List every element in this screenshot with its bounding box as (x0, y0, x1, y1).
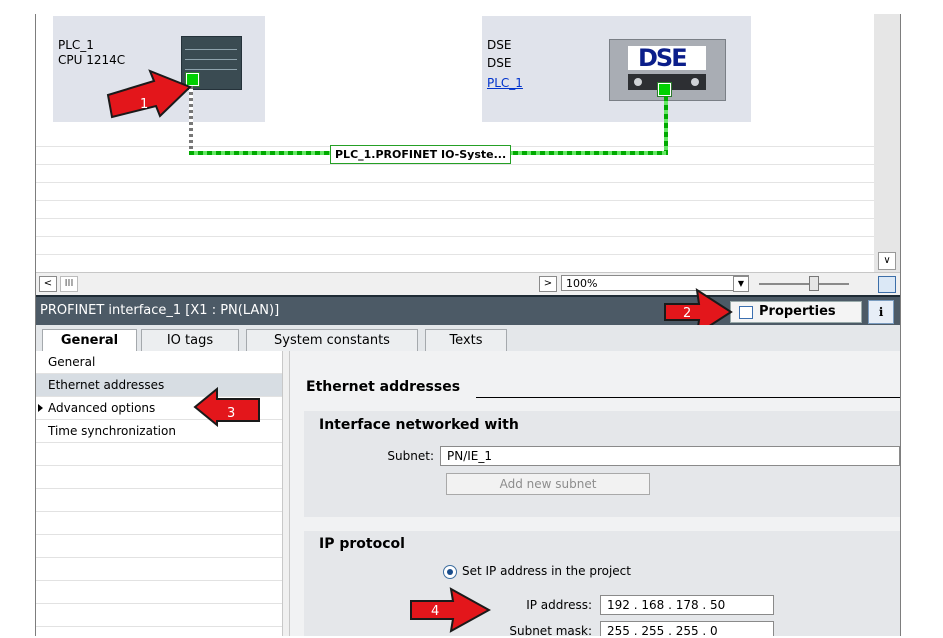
properties-content: Ethernet addresses Interface networked w… (290, 351, 900, 636)
properties-button[interactable]: Properties (730, 301, 862, 323)
zoom-slider-thumb[interactable] (809, 276, 819, 291)
inspector-title: PROFINET interface_1 [X1 : PN(LAN)] (40, 303, 280, 318)
scroll-down-icon[interactable]: ∨ (878, 252, 896, 270)
group-ip-protocol: IP protocol Set IP address in the projec… (304, 531, 900, 636)
tab-io-tags[interactable]: IO tags (141, 329, 239, 351)
inspector-tabs: General IO tags System constants Texts (36, 325, 900, 352)
callout-4-label: 4 (431, 604, 439, 619)
callout-2-label: 2 (683, 306, 691, 321)
ip-address-label: IP address: (526, 598, 592, 612)
main-window: PLC_1 CPU 1214C DSE DSE PLC_1 DSE PLC_1.… (35, 14, 901, 636)
canvas-vertical-scrollbar[interactable]: ∨ (874, 14, 900, 272)
plc-type: CPU 1214C (58, 53, 126, 67)
inspector-navigation: General Ethernet addresses Advanced opti… (36, 351, 282, 636)
dse-type: DSE (487, 56, 512, 70)
networked-title: Interface networked with (319, 417, 519, 433)
properties-icon (739, 306, 753, 319)
io-system-label[interactable]: PLC_1.PROFINET IO-Syste... (330, 145, 512, 164)
info-icon[interactable]: ℹ (868, 300, 894, 324)
nav-item-general[interactable]: General (36, 351, 282, 374)
tab-texts[interactable]: Texts (425, 329, 507, 351)
ip-protocol-title: IP protocol (319, 536, 405, 552)
scroll-right-icon[interactable]: > (539, 276, 557, 292)
dse-port-icon[interactable] (657, 82, 672, 97)
callout-3-arrow: 3 (193, 387, 260, 427)
set-ip-radio[interactable] (443, 565, 457, 579)
overview-navigation-icon[interactable] (878, 276, 896, 293)
canvas-bottom-bar: < III > 100% ▼ (36, 272, 900, 295)
subnet-mask-label: Subnet mask: (509, 624, 592, 636)
callout-3-label: 3 (227, 406, 235, 421)
inspector-title-bar: PROFINET interface_1 [X1 : PN(LAN)] Prop… (36, 287, 900, 336)
expand-arrow-icon[interactable] (38, 404, 43, 412)
subnet-select[interactable]: PN/IE_1 (440, 446, 900, 466)
callout-4-arrow: 4 (410, 587, 491, 633)
dse-logo: DSE (638, 44, 688, 72)
dse-device[interactable]: DSE DSE PLC_1 DSE (482, 16, 751, 122)
dse-plc-link[interactable]: PLC_1 (487, 76, 523, 91)
callout-1-arrow: 1 (106, 69, 192, 119)
subnet-label: Subnet: (387, 449, 434, 463)
set-ip-label: Set IP address in the project (462, 564, 631, 578)
network-view[interactable]: PLC_1 CPU 1214C DSE DSE PLC_1 DSE PLC_1.… (36, 14, 874, 272)
scroll-left-icon[interactable]: < (39, 276, 57, 292)
dse-cable (664, 96, 668, 153)
ip-address-field[interactable]: 192 . 168 . 178 . 50 (600, 595, 774, 615)
tab-general[interactable]: General (42, 329, 137, 352)
tab-system-constants[interactable]: System constants (246, 329, 418, 351)
callout-1-label: 1 (140, 97, 148, 112)
properties-label: Properties (759, 304, 836, 319)
subnet-mask-field[interactable]: 255 . 255 . 255 . 0 (600, 621, 774, 636)
add-new-subnet-button[interactable]: Add new subnet (446, 473, 650, 495)
zoom-dropdown-icon[interactable]: ▼ (733, 276, 749, 292)
horizontal-scroll-thumb[interactable]: III (60, 276, 78, 292)
section-ethernet-addresses: Ethernet addresses (306, 379, 461, 395)
dse-name: DSE (487, 38, 512, 52)
zoom-slider[interactable] (759, 283, 849, 285)
pane-splitter[interactable] (282, 351, 290, 636)
group-interface-networked: Interface networked with Subnet: PN/IE_1… (304, 411, 900, 517)
plc-name: PLC_1 (58, 38, 94, 52)
